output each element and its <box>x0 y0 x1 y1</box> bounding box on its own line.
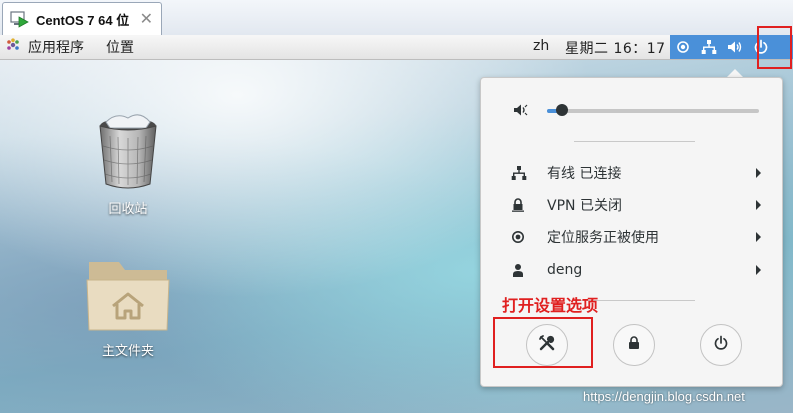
input-language-indicator[interactable]: zh <box>533 38 549 54</box>
trash-icon <box>96 114 160 194</box>
chevron-right-icon <box>756 265 761 275</box>
menu-item-label: 有线 已连接 <box>547 166 622 182</box>
wired-network-icon <box>511 166 533 180</box>
vm-tab-strip: CentOS 7 64 位 ✕ <box>0 0 793 36</box>
places-menu[interactable]: 位置 <box>106 37 134 57</box>
volume-icon <box>722 35 748 59</box>
desktop-icon-trash[interactable]: 回收站 <box>78 112 178 217</box>
desktop-icon-home-folder[interactable]: 主文件夹 <box>78 258 178 359</box>
menu-separator <box>574 141 695 142</box>
system-status-area[interactable] <box>670 35 793 59</box>
gnome-top-bar: 应用程序 位置 zh 星期二 16：17 <box>0 35 793 60</box>
volume-slider-handle[interactable] <box>555 104 568 116</box>
vpn-lock-icon <box>511 198 533 212</box>
lock-icon <box>628 336 640 354</box>
clock[interactable]: 星期二 16：17 <box>565 38 666 58</box>
user-icon <box>511 263 533 277</box>
chevron-right-icon <box>756 200 761 210</box>
network-icon <box>696 35 722 59</box>
vm-tab[interactable]: CentOS 7 64 位 ✕ <box>2 2 162 35</box>
gnome-foot-icon <box>6 38 20 56</box>
volume-row <box>513 100 761 120</box>
vm-screen-icon <box>10 9 30 29</box>
menu-item-location[interactable]: 定位服务正被使用 <box>511 226 761 248</box>
power-icon[interactable] <box>748 35 774 59</box>
menu-item-user[interactable]: deng <box>511 259 761 281</box>
power-icon <box>713 335 729 355</box>
watermark: https://dengjin.blog.csdn.net <box>583 389 745 404</box>
menu-item-wired-network[interactable]: 有线 已连接 <box>511 162 761 184</box>
power-off-button[interactable] <box>700 324 742 366</box>
annotation-text: 打开设置选项 <box>502 296 599 315</box>
applications-menu[interactable]: 应用程序 <box>6 37 84 57</box>
vm-tab-title: CentOS 7 64 位 <box>36 12 130 28</box>
menu-item-label: VPN 已关闭 <box>547 198 622 214</box>
menu-item-label: 定位服务正被使用 <box>547 230 659 246</box>
menu-item-label: deng <box>547 262 583 278</box>
chevron-right-icon <box>756 168 761 178</box>
speaker-icon <box>513 102 529 122</box>
desktop-icon-label: 回收站 <box>108 202 148 217</box>
desktop-icon-label: 主文件夹 <box>101 344 154 359</box>
location-icon <box>511 230 533 244</box>
home-folder-icon <box>85 262 171 336</box>
chevron-right-icon <box>756 232 761 242</box>
location-icon <box>670 35 696 59</box>
menu-item-vpn[interactable]: VPN 已关闭 <box>511 194 761 216</box>
volume-slider[interactable] <box>547 104 759 116</box>
close-tab-icon[interactable]: ✕ <box>140 11 153 27</box>
applications-menu-label: 应用程序 <box>28 40 84 56</box>
settings-button-highlight-box <box>493 317 593 368</box>
lock-screen-button[interactable] <box>613 324 655 366</box>
